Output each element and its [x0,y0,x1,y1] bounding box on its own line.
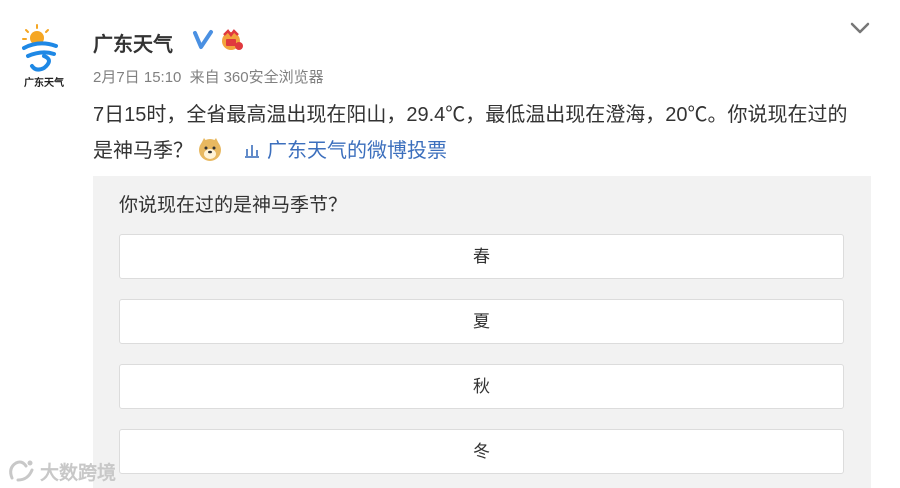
post-source: 360安全浏览器 [223,69,324,86]
poll-option-summer[interactable]: 夏 [119,299,844,344]
vip-badge-icon[interactable] [218,29,244,51]
post-time[interactable]: 2月7日 15:10 [93,69,181,86]
vote-link[interactable]: 广东天气的微博投票 [243,140,447,162]
avatar[interactable]: 广东天气 [14,22,74,92]
doge-emoji-icon [199,138,221,161]
verified-icon [193,30,213,49]
weather-logo-icon [22,24,58,72]
chevron-down-icon[interactable] [848,18,872,38]
poll-card: 你说现在过的是神马季节？ 春 夏 秋 冬 [93,176,871,488]
poll-question: 你说现在过的是神马季节？ [119,195,348,216]
poll-option-autumn[interactable]: 秋 [119,364,844,409]
post-meta: 2月7日 15:10 来自 360安全浏览器 [93,66,328,87]
watermark-logo-icon [9,460,34,482]
source-prefix: 来自 [189,69,220,86]
watermark-text: 大数跨境 [40,462,117,484]
post-text: 7日15时，全省最高温出现在阳山，29.4℃，最低温出现在澄海，20℃。你说现在… [93,97,863,169]
poll-option-winter[interactable]: 冬 [119,429,844,474]
username[interactable]: 广东天气 [93,28,173,57]
watermark: 大数跨境 [6,456,116,486]
poll-option-spring[interactable]: 春 [119,234,844,279]
avatar-caption: 广东天气 [24,78,64,89]
vote-chart-icon [245,145,259,158]
vote-link-label: 广东天气的微博投票 [267,140,447,162]
